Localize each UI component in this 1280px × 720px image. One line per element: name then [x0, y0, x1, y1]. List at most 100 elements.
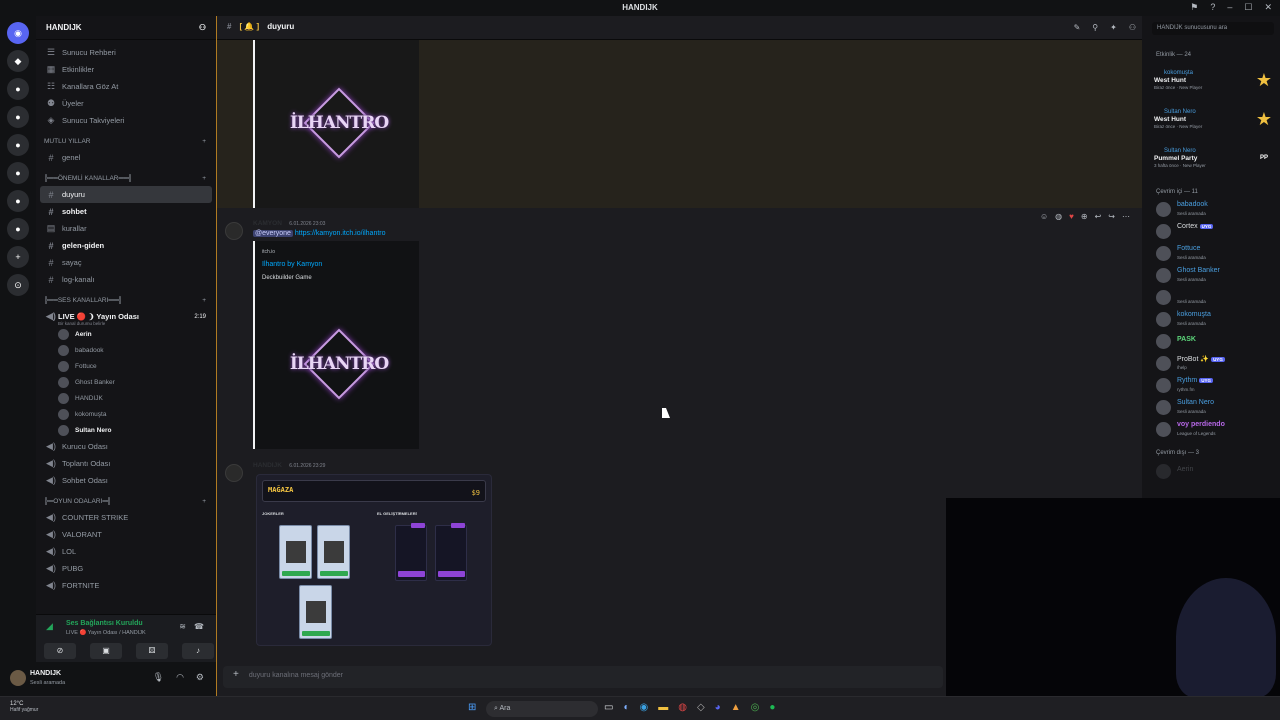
minimize-button[interactable]: – [1227, 2, 1232, 13]
reaction-icon[interactable]: ◍ [1055, 212, 1062, 221]
more-icon[interactable]: ⋯ [1122, 212, 1130, 221]
member-item[interactable]: Fottuce Sesli aramada [1156, 244, 1274, 264]
channel-genel[interactable]: # genel [36, 149, 216, 166]
member-item[interactable]: Sesli aramada [1156, 288, 1274, 308]
server-icon[interactable]: ● [7, 106, 29, 128]
task-view-icon[interactable]: ▭ [604, 702, 613, 713]
voice-location[interactable]: LIVE 🔴 Yayın Odası / HANDIJK [66, 630, 146, 636]
app-icon[interactable]: ▲ [731, 702, 741, 713]
voice-channel-valorant[interactable]: ◀) VALORANT [36, 526, 216, 543]
menu-boosts[interactable]: ◈ Sunucu Takviyeleri [36, 112, 216, 129]
channel-sohbet[interactable]: # sohbet [36, 203, 216, 220]
avatar[interactable] [225, 222, 243, 240]
copilot-icon[interactable]: ◐ [623, 702, 629, 713]
menu-browse-channels[interactable]: ☷ Kanallara Göz At [36, 78, 216, 95]
add-channel-icon[interactable]: + [202, 297, 206, 304]
voice-user[interactable]: Sultan Nero [36, 422, 216, 438]
channel-duyuru[interactable]: # duyuru [40, 186, 212, 203]
settings-gear-icon[interactable]: ⚙ [196, 672, 204, 683]
app-icon[interactable]: ◇ [697, 702, 705, 713]
embed-image-previous[interactable]: İLHANTRO [253, 40, 419, 208]
channel-kurallar[interactable]: ▤ kurallar [36, 220, 216, 237]
member-item[interactable]: Aerin [1156, 462, 1274, 482]
voice-channel-pubg[interactable]: ◀) PUBG [36, 560, 216, 577]
server-icon[interactable]: ● [7, 218, 29, 240]
activity-card[interactable]: kokomuşta West Hunt Biraz önce · New Pla… [1154, 70, 1276, 106]
server-icon[interactable]: ● [7, 134, 29, 156]
channel-gelen-giden[interactable]: # gelen-giden [36, 237, 216, 254]
voice-channel-sohbet[interactable]: ◀) Sohbet Odası [36, 472, 216, 489]
category-voice[interactable]: ╠══SES KANALLARI══╣ + [36, 292, 216, 308]
member-list-icon[interactable]: ⚇ [1129, 23, 1136, 32]
menu-members[interactable]: ⚉ Üyeler [36, 95, 216, 112]
message-author[interactable]: KAMYON [253, 220, 282, 227]
add-server-icon[interactable]: + [7, 246, 29, 268]
disconnect-icon[interactable]: ☎ [194, 622, 204, 631]
category-important[interactable]: ╠══ÖNEMLİ KANALLAR══╣ + [36, 170, 216, 186]
reaction-icon[interactable]: ☺ [1040, 212, 1048, 221]
help-icon[interactable]: ? [1210, 2, 1215, 13]
activity-card[interactable]: Sultan Nero Pummel Party 3 hafta önce · … [1154, 148, 1276, 184]
message-link[interactable]: https://kamyon.itch.io/ilhantro [295, 230, 386, 237]
voice-user[interactable]: kokomuşta [36, 406, 216, 422]
server-icon[interactable]: ● [7, 78, 29, 100]
message-author[interactable]: HANDIJK [253, 462, 282, 469]
maximize-button[interactable]: ☐ [1244, 2, 1252, 13]
reaction-icon[interactable]: ♥ [1069, 212, 1074, 221]
avatar[interactable] [10, 670, 26, 686]
server-icon[interactable]: ● [7, 190, 29, 212]
voice-channel-toplanti[interactable]: ◀) Toplantı Odası [36, 455, 216, 472]
server-search-input[interactable]: HANDIJK sunucusunu ara [1152, 22, 1274, 35]
embed-image[interactable]: İLHANTRO [290, 328, 389, 400]
home-icon[interactable]: ◉ [7, 22, 29, 44]
voice-channel-lol[interactable]: ◀) LOL [36, 543, 216, 560]
message-composer[interactable]: + duyuru kanalına mesaj gönder [223, 666, 943, 688]
voice-user[interactable]: Aerin [36, 326, 216, 342]
inbox-icon[interactable]: ⚑ [1190, 2, 1198, 13]
shop-screenshot[interactable]: MAĞAZA $9 JOKERLER EL GELİŞTİRMELERİ [256, 474, 492, 646]
headphones-icon[interactable]: ◠ [176, 672, 184, 683]
member-item[interactable]: babadook Sesli aramada [1156, 200, 1274, 220]
threads-icon[interactable]: ✎ [1074, 23, 1081, 32]
file-explorer-icon[interactable]: ▬ [658, 702, 668, 713]
channel-sayac[interactable]: # sayaç [36, 254, 216, 271]
voice-channel-kurucu[interactable]: ◀) Kurucu Odası [36, 438, 216, 455]
category-games[interactable]: ╠═OYUN ODALARI═╣ + [36, 493, 216, 509]
microphone-icon[interactable]: 🎙 [153, 672, 164, 683]
member-item[interactable]: kokomuşta Sesli aramada [1156, 310, 1274, 330]
member-item[interactable]: Sultan Nero Sesli aramada [1156, 398, 1274, 418]
voice-channel-fortnite[interactable]: ◀) FORTNITE [36, 577, 216, 594]
chrome-icon[interactable]: ◎ [751, 702, 760, 713]
soundboard-icon[interactable]: ♪ [182, 643, 214, 659]
add-channel-icon[interactable]: + [202, 498, 206, 505]
pin-icon[interactable]: ✦ [1110, 23, 1117, 32]
edge-icon[interactable]: ◉ [640, 702, 649, 713]
mention[interactable]: @everyone [253, 230, 293, 237]
spotify-icon[interactable]: ● [769, 702, 775, 713]
voice-user[interactable]: Fottuce [36, 358, 216, 374]
notification-mute-icon[interactable]: ⚲ [1092, 23, 1098, 32]
app-icon[interactable]: ◍ [678, 702, 687, 713]
weather-widget[interactable]: 12°C Hafif yağmur [10, 701, 38, 713]
forward-icon[interactable]: ↪ [1108, 212, 1115, 221]
taskbar-search[interactable]: ⌕ Ara [486, 701, 598, 717]
voice-channel-cs[interactable]: ◀) COUNTER STRIKE [36, 509, 216, 526]
activity-card[interactable]: Sultan Nero West Hunt Biraz önce · New P… [1154, 109, 1276, 145]
add-channel-icon[interactable]: + [202, 175, 206, 182]
server-header[interactable]: HANDIJK ⚇ [36, 16, 216, 40]
add-channel-icon[interactable]: + [202, 138, 206, 145]
windows-start-icon[interactable]: ⊞ [468, 702, 476, 713]
reply-icon[interactable]: ↩ [1095, 212, 1102, 221]
member-item[interactable]: ProBot ✨ UYG/help [1156, 354, 1274, 374]
server-icon[interactable]: ◆ [7, 50, 29, 72]
discover-icon[interactable]: ⊙ [7, 274, 29, 296]
close-button[interactable]: ✕ [1264, 2, 1272, 13]
activities-icon[interactable]: ⚄ [136, 643, 168, 659]
menu-events[interactable]: ▦ Etkinlikler [36, 61, 216, 78]
avatar[interactable] [225, 464, 243, 482]
channel-log-kanali[interactable]: # log-kanalı [36, 271, 216, 288]
screen-share-icon[interactable]: ▣ [90, 643, 122, 659]
voice-user[interactable]: Ghost Banker [36, 374, 216, 390]
voice-user[interactable]: HANDIJK [36, 390, 216, 406]
member-item[interactable]: voy perdiendo League of Legends [1156, 420, 1274, 440]
